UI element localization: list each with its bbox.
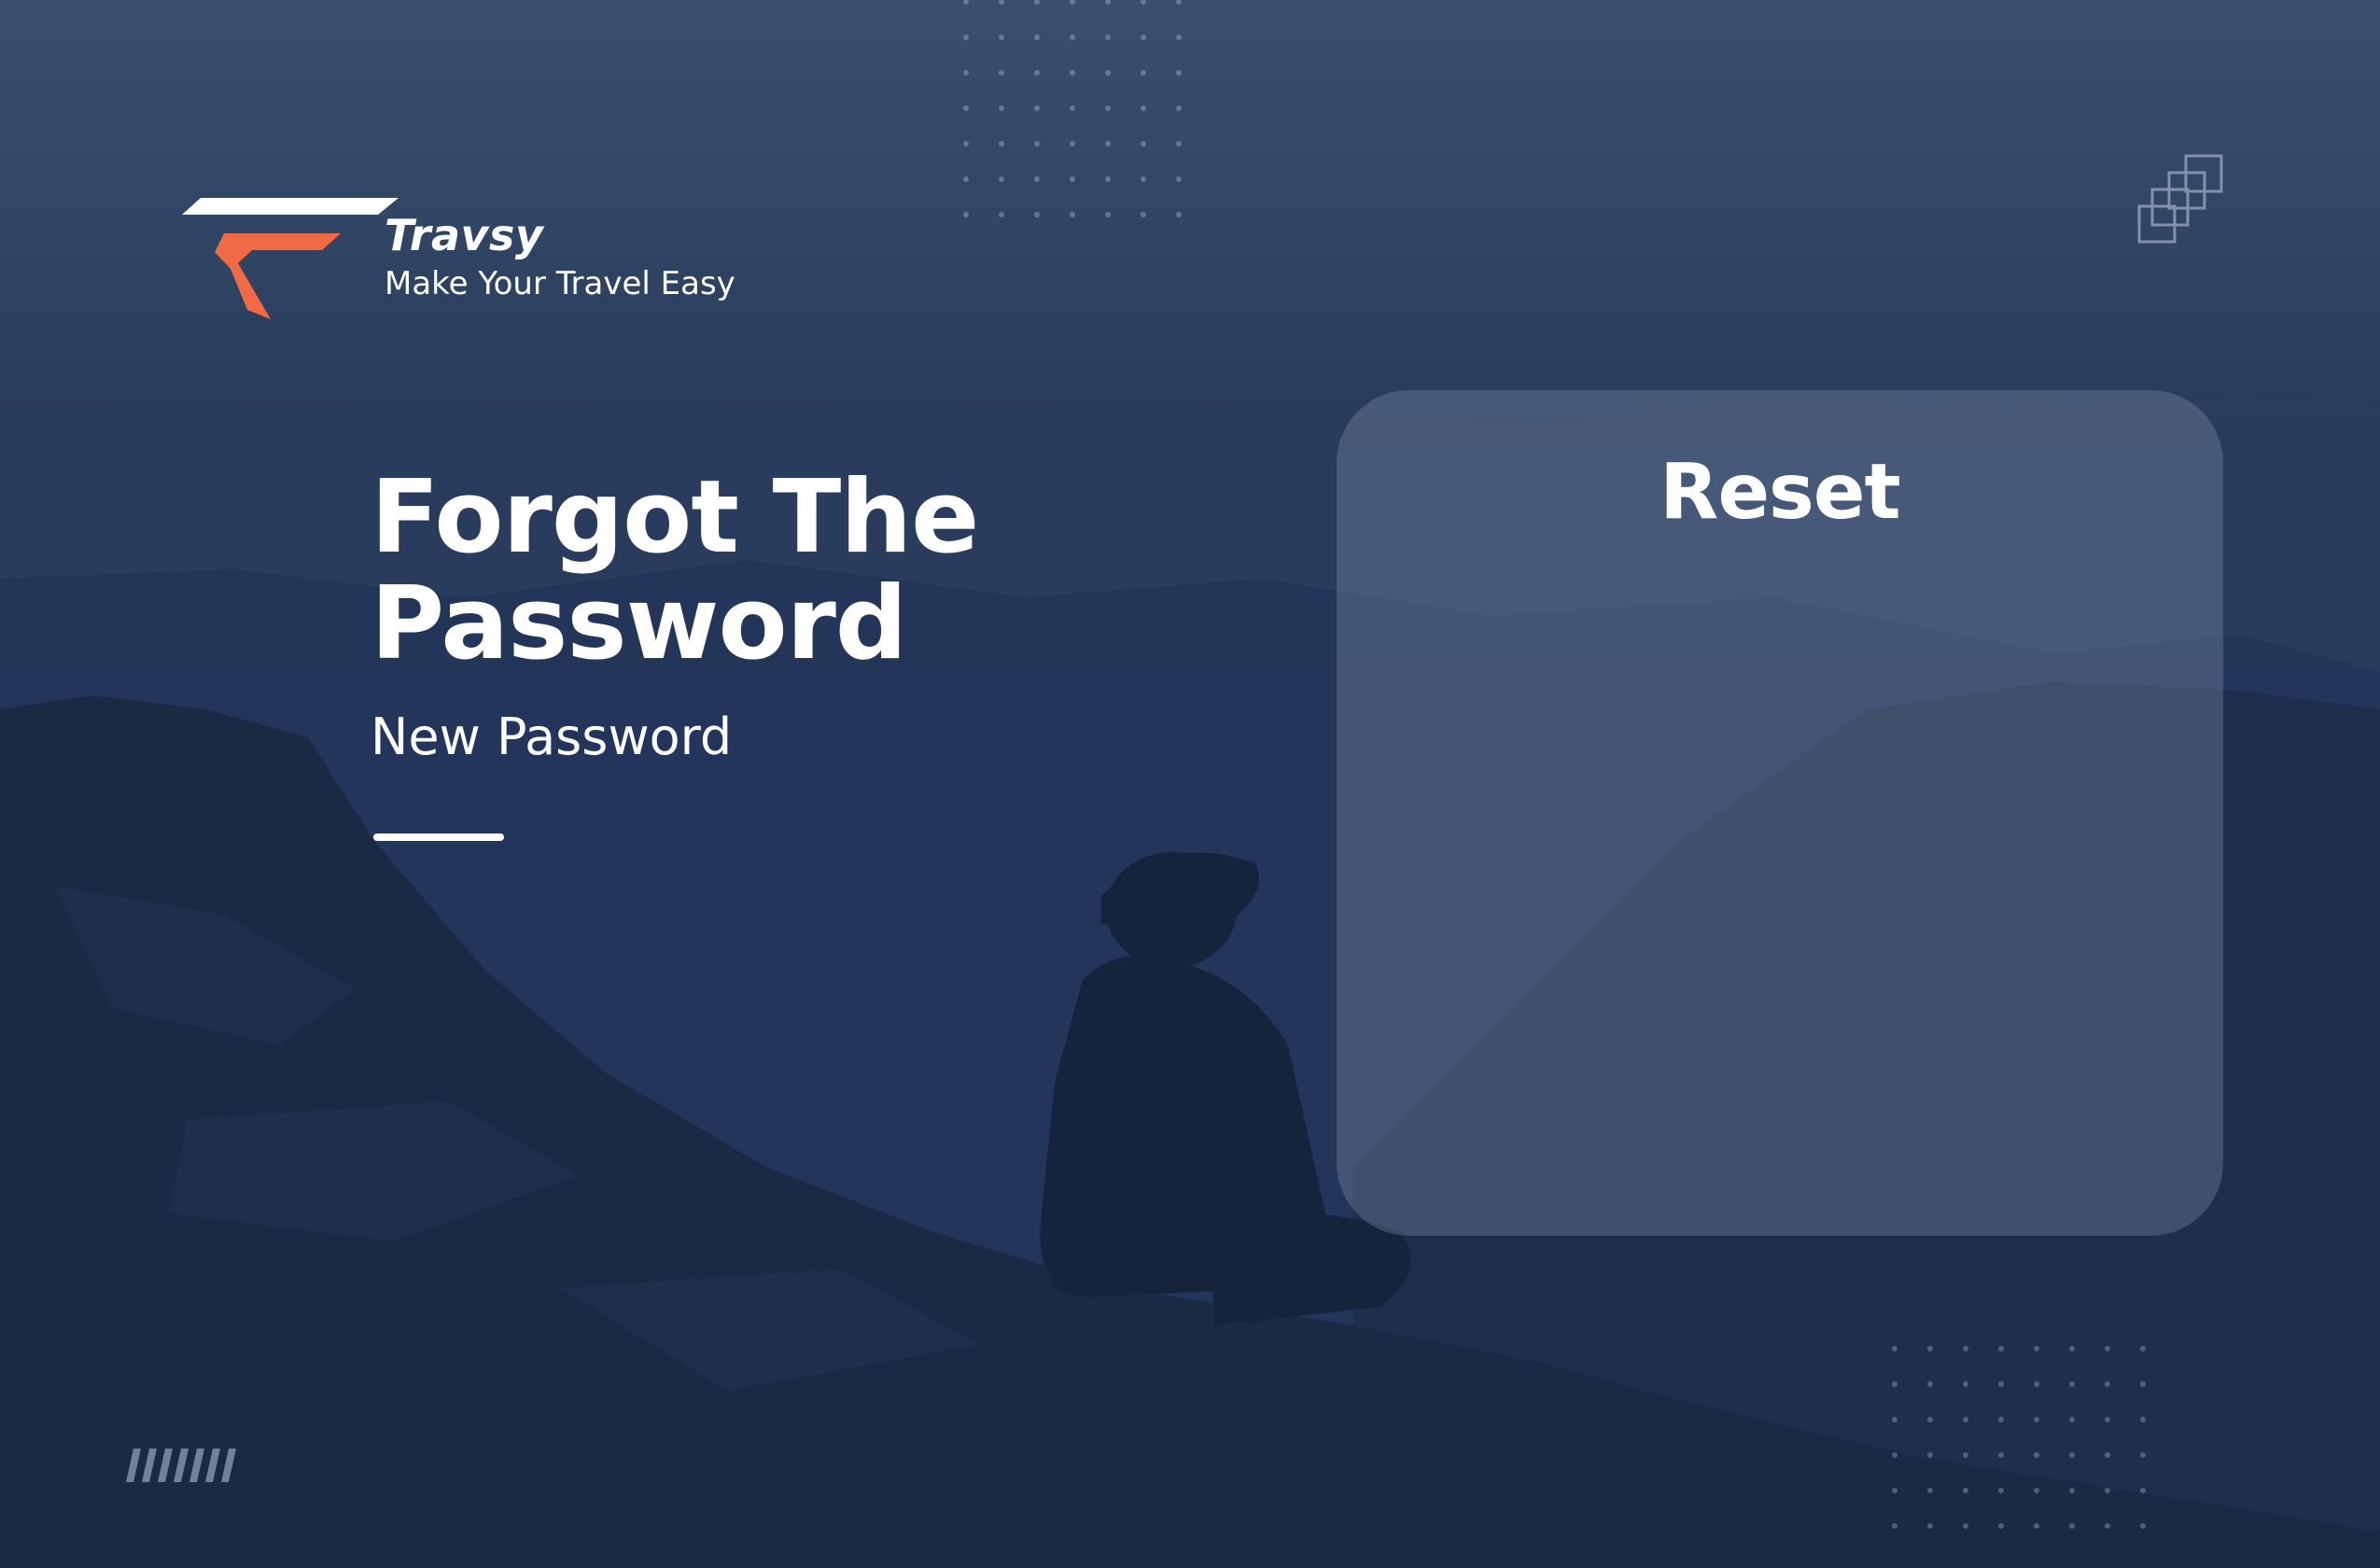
stripes-icon	[126, 1449, 236, 1482]
travsy-logo-icon[interactable]	[182, 196, 406, 322]
dot-grid-icon	[963, 0, 1182, 217]
brand-name: Travsy	[385, 210, 544, 260]
brand-tagline: Make Your Travel Easy	[385, 265, 735, 302]
reset-panel-title: Reset	[1659, 448, 1900, 537]
page-title: Forgot The Password	[371, 465, 1117, 678]
page-title-line1: Forgot The	[371, 459, 979, 576]
title-divider	[373, 833, 504, 841]
page-title-line2: Password	[371, 566, 907, 682]
dot-grid-icon	[1892, 1346, 2146, 1529]
page-subtitle: New Password	[371, 707, 733, 766]
reset-panel: Reset	[1337, 390, 2223, 1236]
stacked-squares-icon	[2137, 154, 2223, 244]
